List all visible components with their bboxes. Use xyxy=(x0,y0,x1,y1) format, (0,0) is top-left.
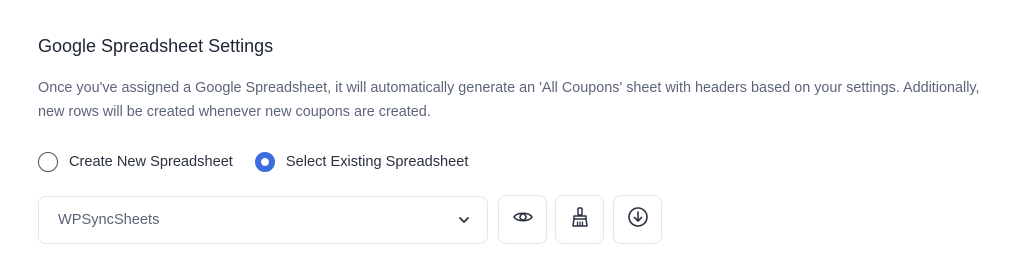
select-existing-spreadsheet-option[interactable]: Select Existing Spreadsheet xyxy=(254,152,469,172)
chevron-down-icon xyxy=(457,213,471,227)
broom-icon xyxy=(569,206,591,233)
spreadsheet-select-value: WPSyncSheets xyxy=(58,211,160,228)
create-new-label: Create New Spreadsheet xyxy=(69,154,233,170)
select-existing-radio[interactable] xyxy=(254,152,275,172)
download-spreadsheet-button[interactable] xyxy=(613,195,662,244)
view-spreadsheet-button[interactable] xyxy=(498,195,547,244)
eye-icon xyxy=(512,206,534,233)
clear-spreadsheet-button[interactable] xyxy=(555,195,604,244)
download-circle-icon xyxy=(627,206,649,233)
spreadsheet-select[interactable]: WPSyncSheets xyxy=(38,195,488,244)
section-title: Google Spreadsheet Settings xyxy=(38,36,274,56)
create-new-radio[interactable] xyxy=(38,152,58,172)
spreadsheet-controls: WPSyncSheets xyxy=(38,195,662,244)
spreadsheet-mode-radio-group: Create New Spreadsheet Select Existing S… xyxy=(38,150,468,174)
select-existing-label: Select Existing Spreadsheet xyxy=(285,154,469,170)
section-description: Once you've assigned a Google Spreadshee… xyxy=(38,80,980,120)
create-new-spreadsheet-option[interactable]: Create New Spreadsheet xyxy=(38,152,233,172)
